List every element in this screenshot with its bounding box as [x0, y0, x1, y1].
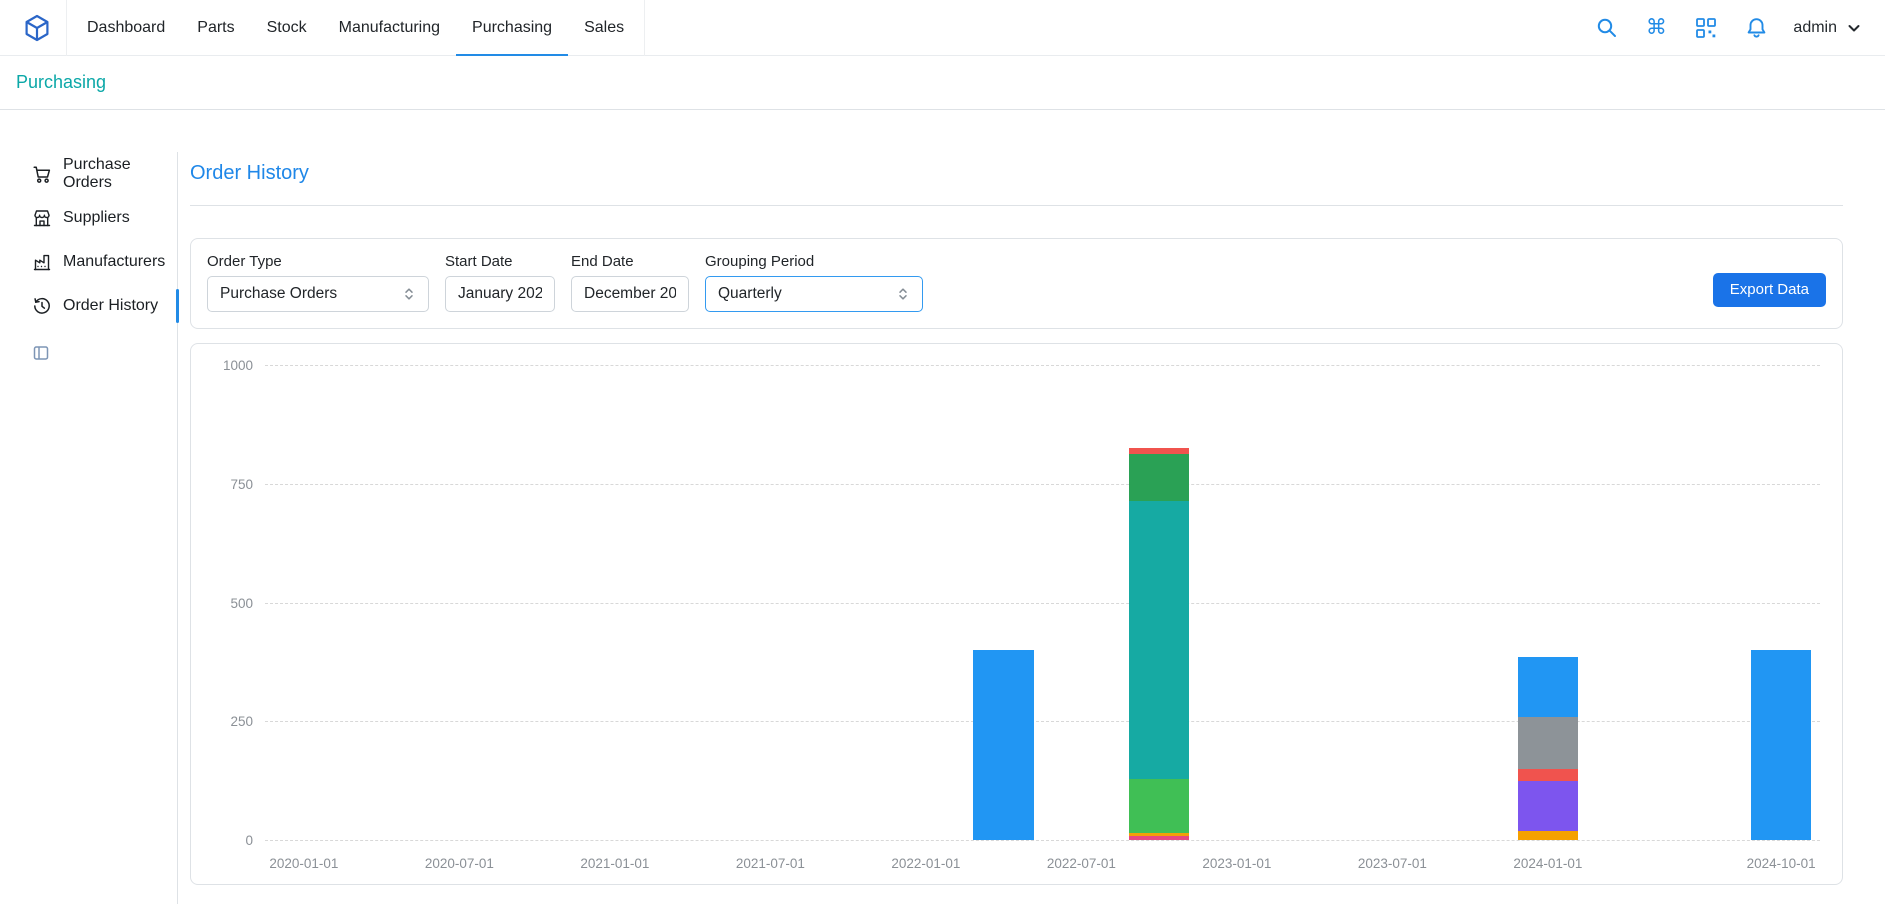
- nav-tab-sales[interactable]: Sales: [568, 0, 640, 56]
- export-data-button[interactable]: Export Data: [1713, 273, 1826, 307]
- sidebar-collapse-icon[interactable]: [32, 344, 50, 362]
- order-type-select[interactable]: Purchase Orders: [207, 276, 429, 312]
- bar-segment: [1518, 769, 1579, 781]
- app-logo[interactable]: [22, 13, 52, 43]
- app-logo-icon: [22, 13, 52, 43]
- purchasing-sidebar: Purchase Orders Suppliers: [0, 152, 178, 904]
- chart-plot: 025050075010002020-01-012020-07-012021-0…: [265, 365, 1820, 840]
- gridline: [265, 365, 1820, 366]
- bar-segment: [1129, 836, 1190, 840]
- bar-segment: [1129, 454, 1190, 502]
- x-axis-tick-label: 2024-01-01: [1513, 856, 1582, 871]
- gridline: [265, 484, 1820, 485]
- sidebar-item-label: Manufacturers: [63, 253, 165, 271]
- breadcrumb[interactable]: Purchasing: [16, 72, 106, 93]
- notifications-bell-icon[interactable]: [1743, 15, 1769, 41]
- order-history-panel: Order History Order Type Purchase Orders…: [178, 152, 1885, 904]
- x-axis-tick-label: 2024-10-01: [1747, 856, 1816, 871]
- stacked-bar-2022-10-01[interactable]: [1129, 365, 1190, 840]
- search-icon[interactable]: [1593, 15, 1619, 41]
- order-type-value: Purchase Orders: [220, 285, 337, 303]
- nav-tab-dashboard[interactable]: Dashboard: [71, 0, 181, 56]
- y-axis-tick-label: 250: [207, 714, 253, 729]
- gridline: [265, 840, 1820, 841]
- sidebar-item-label: Suppliers: [63, 209, 130, 227]
- select-chevrons-icon: [896, 287, 910, 301]
- bar-segment: [1518, 831, 1579, 841]
- building-store-icon: [32, 208, 52, 228]
- grouping-period-value: Quarterly: [718, 285, 782, 303]
- nav-tab-stock[interactable]: Stock: [251, 0, 323, 56]
- order-type-field: Order Type Purchase Orders: [207, 253, 429, 312]
- title-divider: [190, 205, 1843, 206]
- gridline: [265, 603, 1820, 604]
- x-axis-tick-label: 2020-07-01: [425, 856, 494, 871]
- sidebar-item-purchase-orders[interactable]: Purchase Orders: [32, 152, 177, 196]
- sidebar-item-order-history[interactable]: Order History: [32, 284, 177, 328]
- bar-segment: [1751, 650, 1812, 840]
- username-label: admin: [1793, 19, 1837, 37]
- topbar-actions: ⌘ admin: [1593, 15, 1863, 41]
- sidebar-item-label: Purchase Orders: [63, 156, 177, 192]
- x-axis-tick-label: 2021-01-01: [580, 856, 649, 871]
- grouping-period-label: Grouping Period: [705, 253, 923, 270]
- stacked-bar-2024-01-01[interactable]: [1518, 365, 1579, 840]
- stacked-bar-2024-10-01[interactable]: [1751, 365, 1812, 840]
- nav-tab-parts[interactable]: Parts: [181, 0, 250, 56]
- y-axis-tick-label: 500: [207, 596, 253, 611]
- stacked-bar-2022-04-01[interactable]: [973, 365, 1034, 840]
- sidebar-item-suppliers[interactable]: Suppliers: [32, 196, 177, 240]
- breadcrumb-bar: Purchasing: [0, 56, 1885, 110]
- y-axis-tick-label: 1000: [207, 358, 253, 373]
- order-type-label: Order Type: [207, 253, 429, 270]
- nav-tab-manufacturing[interactable]: Manufacturing: [323, 0, 456, 56]
- bar-segment: [1518, 657, 1579, 716]
- bar-segment: [1129, 501, 1190, 779]
- command-icon[interactable]: ⌘: [1643, 15, 1669, 41]
- gridline: [265, 721, 1820, 722]
- qr-scan-icon[interactable]: [1693, 15, 1719, 41]
- end-date-field: End Date: [571, 253, 689, 312]
- x-axis-tick-label: 2023-07-01: [1358, 856, 1427, 871]
- grouping-period-select[interactable]: Quarterly: [705, 276, 923, 312]
- order-history-chart: 0 250 500 750 1000 2020-01-01 2020-07-01 2021-0…: [190, 343, 1843, 885]
- bar-segment: [973, 650, 1034, 840]
- sidebar-item-label: Order History: [63, 297, 158, 315]
- page-title: Order History: [190, 162, 1843, 185]
- start-date-input[interactable]: [445, 276, 555, 312]
- main-nav: Dashboard Parts Stock Manufacturing Purc…: [66, 0, 645, 56]
- bar-segment: [1129, 779, 1190, 833]
- y-axis-tick-label: 0: [207, 833, 253, 848]
- x-axis-tick-label: 2022-07-01: [1047, 856, 1116, 871]
- factory-icon: [32, 252, 52, 272]
- x-axis-tick-label: 2023-01-01: [1202, 856, 1271, 871]
- x-axis-tick-label: 2020-01-01: [269, 856, 338, 871]
- user-menu[interactable]: admin: [1793, 19, 1863, 37]
- y-axis-tick-label: 750: [207, 477, 253, 492]
- bar-segment: [1518, 717, 1579, 769]
- history-icon: [32, 296, 52, 316]
- nav-tab-purchasing[interactable]: Purchasing: [456, 0, 568, 56]
- end-date-input[interactable]: [571, 276, 689, 312]
- sidebar-item-manufacturers[interactable]: Manufacturers: [32, 240, 177, 284]
- top-navbar: Dashboard Parts Stock Manufacturing Purc…: [0, 0, 1885, 56]
- start-date-field: Start Date: [445, 253, 555, 312]
- bar-segment: [1518, 781, 1579, 831]
- end-date-label: End Date: [571, 253, 689, 270]
- grouping-period-field: Grouping Period Quarterly: [705, 253, 923, 312]
- start-date-label: Start Date: [445, 253, 555, 270]
- select-chevrons-icon: [402, 287, 416, 301]
- x-axis-tick-label: 2022-01-01: [891, 856, 960, 871]
- filter-toolbar: Order Type Purchase Orders Start Date En…: [190, 238, 1843, 329]
- x-axis-tick-label: 2021-07-01: [736, 856, 805, 871]
- shopping-cart-icon: [32, 164, 52, 184]
- chevron-down-icon: [1845, 19, 1863, 37]
